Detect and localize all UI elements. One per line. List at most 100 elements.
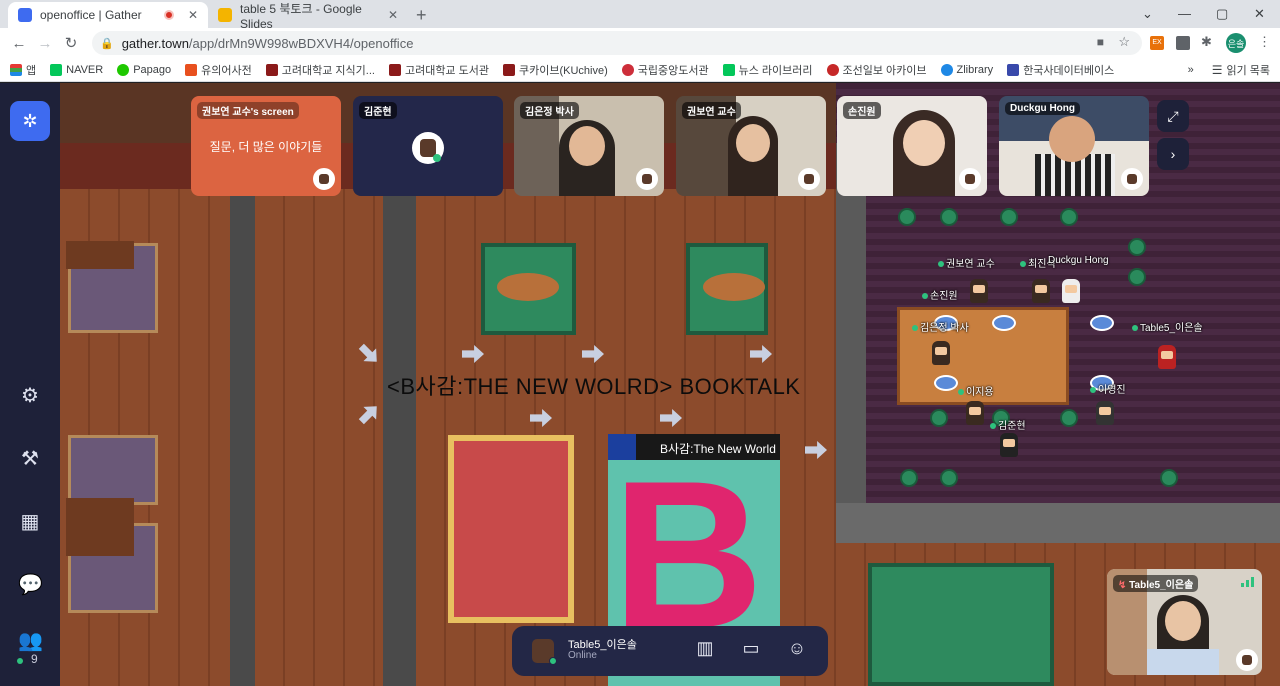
participant-avatar bbox=[959, 168, 981, 190]
reading-list-icon: ☰ bbox=[1211, 62, 1223, 77]
participant-avatar bbox=[313, 168, 335, 190]
expand-icon[interactable]: ⤢ bbox=[1157, 100, 1189, 132]
avatar-character[interactable] bbox=[932, 341, 950, 365]
plate bbox=[1090, 315, 1114, 331]
address-bar[interactable]: 🔒 gather.town/app/drMn9W998wBDXVH4/openo… bbox=[92, 31, 1142, 55]
profile-avatar[interactable]: 은솔 bbox=[1226, 33, 1246, 53]
avatar-character[interactable] bbox=[1032, 279, 1050, 303]
extension-icon[interactable]: EX bbox=[1150, 36, 1164, 50]
participant-face bbox=[569, 126, 605, 166]
naver-icon bbox=[722, 63, 735, 76]
chair bbox=[1128, 268, 1146, 286]
bookmark-korean-history-db[interactable]: 한국사데이터베이스 bbox=[1007, 62, 1114, 78]
bookmark-korea-univ[interactable]: 고려대학교 지식기... bbox=[265, 62, 375, 78]
avatar-character[interactable] bbox=[1096, 401, 1114, 425]
tab-title: openoffice | Gather bbox=[40, 8, 142, 22]
red-rug bbox=[448, 435, 574, 623]
bookmark-zlibrary[interactable]: Zlibrary bbox=[940, 63, 993, 76]
maximize-button[interactable]: ▢ bbox=[1216, 6, 1228, 22]
menu-icon[interactable]: ⋮ bbox=[1258, 34, 1271, 50]
bookmark-papago[interactable]: Papago bbox=[117, 63, 171, 76]
self-video[interactable]: ↯ Table5_이은솔 bbox=[1107, 569, 1262, 675]
avatar-character[interactable] bbox=[966, 401, 984, 425]
camera-icon[interactable]: ■ bbox=[1097, 35, 1104, 49]
reload-icon[interactable]: ↻ bbox=[58, 34, 84, 52]
avatar-character[interactable] bbox=[1000, 433, 1018, 457]
participant-avatar bbox=[798, 168, 820, 190]
tab-search-icon[interactable]: ⌄ bbox=[1142, 6, 1153, 22]
avatar-character[interactable] bbox=[970, 279, 988, 303]
video-tile-name: 손진원 bbox=[843, 102, 881, 119]
bookmark-naver[interactable]: NAVER bbox=[50, 63, 103, 76]
url-host: gather.town bbox=[121, 35, 189, 51]
screen-share-icon[interactable]: ▭ bbox=[738, 638, 764, 662]
gather-logo[interactable]: ✲ bbox=[10, 101, 50, 141]
tab-slides[interactable]: table 5 북토크 - Google Slides ✕ bbox=[208, 2, 408, 31]
video-tile-screenshare[interactable]: 권보연 교수's screen 질문, 더 많은 이야기들 bbox=[191, 96, 341, 196]
history-db-icon bbox=[1007, 63, 1020, 76]
minimize-button[interactable]: — bbox=[1178, 6, 1191, 21]
calendar-icon[interactable]: ▦ bbox=[18, 509, 42, 533]
reading-list[interactable]: ☰ 읽기 목록 bbox=[1212, 62, 1270, 78]
bookmark-apps[interactable]: 앱 bbox=[10, 62, 36, 78]
screenshare-caption: 질문, 더 많은 이야기들 bbox=[209, 140, 323, 154]
map-icon[interactable]: ▥ bbox=[692, 638, 718, 662]
bookmark-kuchive[interactable]: 쿠카이브(KUchive) bbox=[502, 62, 608, 78]
participant-face bbox=[1049, 116, 1095, 162]
settings-icon[interactable]: ⚙ bbox=[18, 383, 42, 407]
player-label: 이영진 bbox=[1090, 381, 1126, 396]
puzzle-icon[interactable]: ✱ bbox=[1201, 34, 1212, 50]
chat-icon[interactable]: 💬 bbox=[18, 572, 43, 596]
player-label: 김준현 bbox=[990, 417, 1026, 432]
avatar-character[interactable] bbox=[1062, 279, 1080, 303]
bookmarks-bar: 앱 NAVER Papago 유의어사전 고려대학교 지식기... 고려대학교 … bbox=[0, 58, 1280, 82]
video-tile-name: 권보연 교수 bbox=[682, 102, 741, 119]
wall bbox=[836, 503, 1280, 543]
close-tab-icon[interactable]: ✕ bbox=[188, 8, 198, 22]
online-indicator bbox=[17, 658, 23, 664]
bookmarks-more[interactable]: » bbox=[1188, 64, 1194, 76]
bookmark-news-library[interactable]: 뉴스 라이브러리 bbox=[722, 62, 813, 78]
emoji-icon[interactable]: ☺ bbox=[784, 638, 810, 662]
video-tile[interactable]: 권보연 교수 bbox=[676, 96, 826, 196]
national-library-icon bbox=[621, 63, 634, 76]
video-tile[interactable]: 김은정 박사 bbox=[514, 96, 664, 196]
bookmark-korea-library[interactable]: 고려대학교 도서관 bbox=[388, 62, 489, 78]
close-tab-icon[interactable]: ✕ bbox=[388, 8, 398, 22]
round-table bbox=[497, 273, 559, 301]
bookmark-chosun-archive[interactable]: 조선일보 아카이브 bbox=[826, 62, 927, 78]
player-label: Table5_이은솔 bbox=[1132, 319, 1203, 334]
next-tiles-chevron-icon[interactable]: › bbox=[1157, 138, 1189, 170]
video-tile[interactable]: 손진원 bbox=[837, 96, 987, 196]
papago-icon bbox=[117, 63, 130, 76]
chosun-icon bbox=[826, 63, 839, 76]
build-hammer-icon[interactable]: ⚒ bbox=[18, 446, 42, 470]
gather-sidebar: ✲ ⚙ ⚒ ▦ 💬 👥 9 bbox=[0, 83, 60, 686]
my-avatar[interactable] bbox=[1158, 345, 1176, 369]
chair bbox=[940, 469, 958, 487]
url-path: /app/drMn9W998wBDXVH4/openoffice bbox=[188, 35, 414, 51]
my-status: Online bbox=[568, 650, 597, 661]
extension-icon[interactable] bbox=[1176, 36, 1190, 50]
bookmark-national-library[interactable]: 국립중앙도서관 bbox=[621, 62, 709, 78]
chair bbox=[1060, 409, 1078, 427]
player-label: Duckgu Hong bbox=[1048, 255, 1109, 266]
participants-icon[interactable]: 👥 bbox=[18, 628, 43, 652]
my-avatar-icon[interactable] bbox=[532, 639, 557, 665]
new-tab-button[interactable]: + bbox=[416, 5, 427, 26]
video-tile-name: 김준현 bbox=[359, 102, 397, 119]
video-tile[interactable]: Duckgu Hong bbox=[999, 96, 1149, 196]
bookmark-star-icon[interactable]: ☆ bbox=[1118, 34, 1130, 50]
bookmark-thesaurus[interactable]: 유의어사전 bbox=[185, 62, 252, 78]
back-icon[interactable]: ← bbox=[6, 35, 32, 52]
player-label: 이지용 bbox=[958, 383, 994, 398]
participant-face bbox=[736, 124, 770, 162]
video-tile[interactable]: 김준현 bbox=[353, 96, 503, 196]
chair bbox=[898, 208, 916, 226]
forward-icon[interactable]: → bbox=[32, 35, 58, 52]
booktalk-banner: <B사감:THE NEW WOLRD> BOOKTALK bbox=[387, 374, 801, 399]
tab-gather[interactable]: openoffice | Gather ✕ bbox=[8, 2, 208, 28]
participant-face bbox=[903, 120, 945, 166]
participant-face bbox=[1165, 601, 1201, 641]
close-window-button[interactable]: ✕ bbox=[1254, 6, 1265, 22]
